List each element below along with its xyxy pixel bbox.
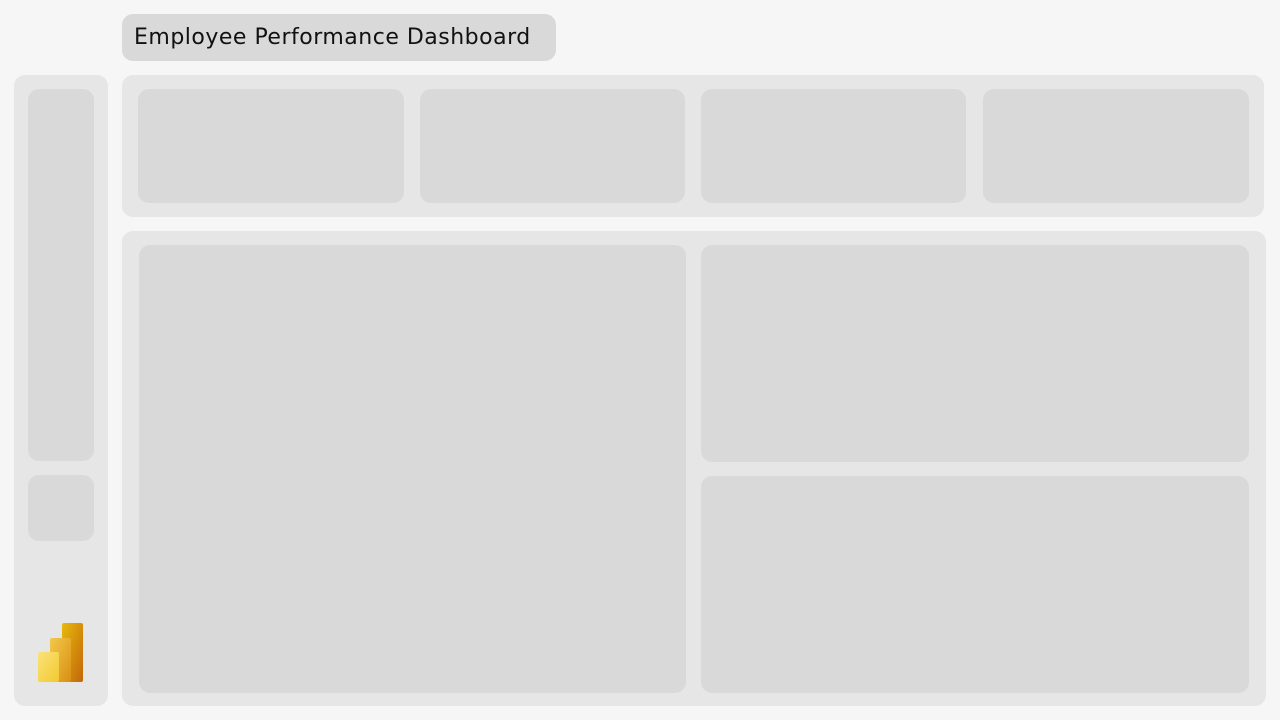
power-bi-logo-icon [38, 623, 83, 682]
page-title-container: Employee Performance Dashboard [122, 14, 556, 61]
kpi-card-placeholder[interactable] [138, 89, 404, 203]
page-title: Employee Performance Dashboard [134, 25, 531, 50]
sidebar-slicer-placeholder[interactable] [28, 89, 94, 461]
kpi-card-placeholder[interactable] [701, 89, 966, 203]
bottom-right-visual-placeholder[interactable] [701, 476, 1249, 693]
kpi-card-placeholder[interactable] [983, 89, 1249, 203]
kpi-card-placeholder[interactable] [420, 89, 685, 203]
main-visual-placeholder[interactable] [139, 245, 686, 693]
sidebar-button-placeholder[interactable] [28, 475, 94, 541]
top-right-visual-placeholder[interactable] [701, 245, 1249, 462]
